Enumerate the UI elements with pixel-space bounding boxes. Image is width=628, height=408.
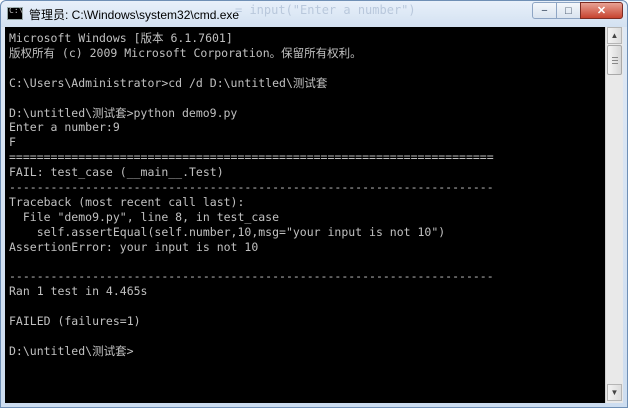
console-line: Microsoft Windows [版本 6.1.7601]	[9, 31, 233, 45]
scroll-thumb[interactable]	[607, 45, 622, 75]
console-line: ----------------------------------------…	[9, 269, 494, 284]
minimize-button[interactable]: −	[532, 2, 557, 19]
minimize-icon: −	[541, 4, 548, 17]
console-line: D:\untitled\测试套>	[9, 343, 134, 358]
console-line: FAIL: test_case (__main__.Test)	[9, 165, 224, 180]
window-title: 管理员: C:\Windows\system32\cmd.exe	[29, 8, 240, 22]
console-line: Traceback (most recent call last):	[9, 194, 245, 209]
console-line: FAILED (failures=1)	[9, 314, 141, 329]
console-line: D:\untitled\测试套>python demo9.py	[9, 105, 238, 120]
console-line: AssertionError: your input is not 10	[9, 239, 259, 254]
console-line: F	[9, 135, 16, 150]
console-line: ----------------------------------------…	[9, 180, 494, 194]
scroll-down-button[interactable]: ▼	[607, 384, 622, 401]
arrow-up-icon: ▲	[610, 31, 619, 40]
close-icon: ✕	[596, 5, 607, 17]
arrow-down-icon: ▼	[610, 388, 619, 397]
console-output[interactable]: Microsoft Windows [版本 6.1.7601] 版权所有 (c) …	[5, 27, 605, 403]
console-line: File "demo9.py", line 8, in test_case	[9, 209, 280, 224]
console-line: 版权所有 (c) 2009 Microsoft Corporation。保留所有…	[9, 45, 362, 60]
console-line: ========================================…	[9, 150, 494, 165]
maximize-icon: □	[565, 4, 572, 17]
title-bar[interactable]: C:\ = input("Enter a number") 管理员: C:\Wi…	[1, 1, 627, 27]
maximize-button[interactable]: □	[556, 2, 581, 19]
vertical-scrollbar[interactable]: ▲ ▼	[605, 27, 623, 403]
console-line: Enter a number:9	[9, 120, 120, 135]
console-line: C:\Users\Administrator>cd /d D:\untitled…	[9, 75, 328, 90]
cmd-icon-label: C:\	[9, 6, 24, 15]
background-ghost-text: = input("Enter a number")	[235, 3, 416, 17]
console-line: self.assertEqual(self.number,10,msg="you…	[9, 224, 446, 239]
close-button[interactable]: ✕	[580, 2, 623, 19]
cmd-app-icon[interactable]: C:\	[7, 6, 24, 20]
console-line: Ran 1 test in 4.465s	[9, 284, 148, 299]
cmd-window: C:\ = input("Enter a number") 管理员: C:\Wi…	[0, 0, 628, 408]
window-controls: − □ ✕	[532, 2, 623, 20]
scroll-up-button[interactable]: ▲	[607, 27, 622, 44]
